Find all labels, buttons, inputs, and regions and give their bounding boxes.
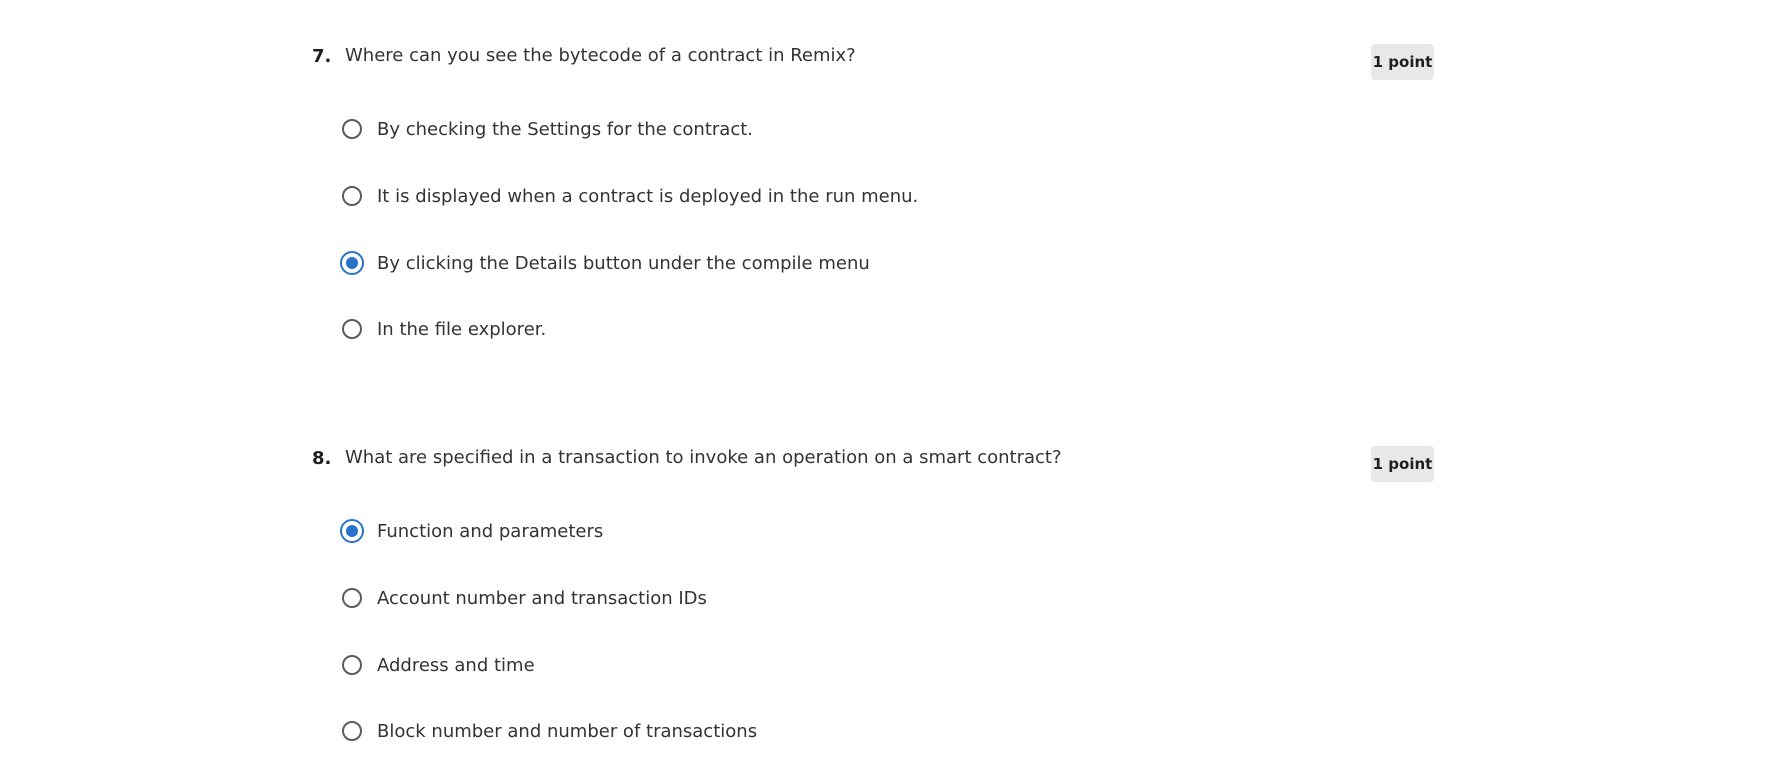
radio-checked-icon[interactable] (340, 519, 364, 543)
option-label: It is displayed when a contract is deplo… (377, 185, 919, 207)
question-prompt: What are specified in a transaction to i… (345, 447, 1062, 468)
option-radio-q8-3[interactable]: Address and time (342, 650, 535, 680)
option-label: By clicking the Details button under the… (377, 252, 870, 274)
radio-unchecked-icon[interactable] (342, 119, 362, 139)
question-number: 7. (312, 46, 332, 67)
option-radio-q7-2[interactable]: It is displayed when a contract is deplo… (342, 181, 918, 211)
option-radio-q7-4[interactable]: In the file explorer. (342, 314, 546, 344)
radio-dot (346, 257, 358, 269)
question-number: 8. (312, 448, 332, 469)
option-label: Account number and transaction IDs (377, 587, 707, 609)
radio-unchecked-icon[interactable] (342, 319, 362, 339)
option-radio-q8-4[interactable]: Block number and number of transactions (342, 716, 757, 746)
option-label: Address and time (377, 654, 535, 676)
option-radio-q7-1[interactable]: By checking the Settings for the contrac… (342, 114, 753, 144)
radio-unchecked-icon[interactable] (342, 721, 362, 741)
radio-unchecked-icon[interactable] (342, 588, 362, 608)
radio-checked-icon[interactable] (340, 251, 364, 275)
option-label: By checking the Settings for the contrac… (377, 118, 754, 140)
option-label: Block number and number of transactions (377, 720, 758, 742)
option-radio-q7-3[interactable]: By clicking the Details button under the… (340, 248, 870, 278)
points-badge: 1 point (1371, 446, 1434, 482)
option-label: In the file explorer. (377, 318, 547, 340)
question-prompt: Where can you see the bytecode of a cont… (345, 45, 856, 66)
points-badge: 1 point (1371, 44, 1434, 80)
option-radio-q8-2[interactable]: Account number and transaction IDs (342, 583, 707, 613)
radio-unchecked-icon[interactable] (342, 186, 362, 206)
option-radio-q8-1[interactable]: Function and parameters (340, 516, 604, 546)
radio-unchecked-icon[interactable] (342, 655, 362, 675)
quiz-page: 7. Where can you see the bytecode of a c… (0, 0, 1772, 777)
radio-dot (346, 525, 358, 537)
option-label: Function and parameters (377, 520, 604, 542)
